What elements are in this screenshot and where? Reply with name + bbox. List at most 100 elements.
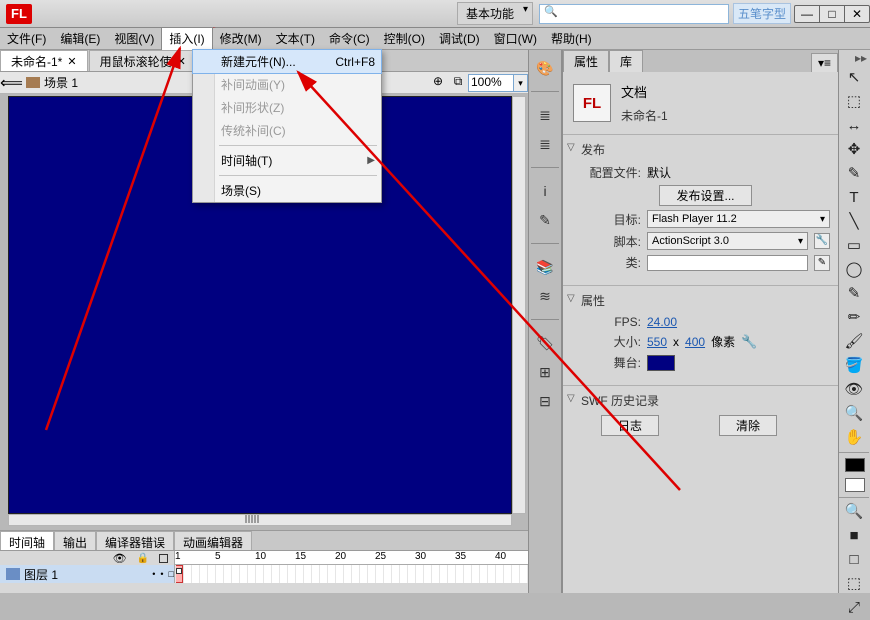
menu-6[interactable]: 命令(C) xyxy=(322,28,377,50)
fill-swatch[interactable] xyxy=(845,478,865,492)
tool-button[interactable]: ■ xyxy=(839,524,869,548)
search-input[interactable]: 🔍 xyxy=(539,4,729,24)
twisty-icon[interactable]: ▽ xyxy=(567,393,575,404)
menu-9[interactable]: 窗口(W) xyxy=(487,28,544,50)
stage-color-swatch[interactable] xyxy=(647,355,675,371)
scene-label: 场景 1 xyxy=(44,74,78,91)
tool-button[interactable]: ╲ xyxy=(839,210,869,234)
layer-row[interactable]: 图层 1 • • □ xyxy=(0,565,175,583)
size-edit-icon[interactable]: 🔧 xyxy=(741,334,757,350)
keyframe[interactable] xyxy=(176,568,182,574)
publish-settings-button[interactable]: 发布设置... xyxy=(659,185,751,206)
height-value[interactable]: 400 xyxy=(685,335,705,349)
clear-button[interactable]: 清除 xyxy=(719,415,777,436)
tool-button[interactable]: T xyxy=(839,186,869,210)
tool-button[interactable]: ⬚ xyxy=(839,572,869,596)
class-edit-icon[interactable]: ✎ xyxy=(814,255,830,271)
menu-item[interactable]: 新建元件(N)...Ctrl+F8 xyxy=(192,49,382,74)
frame-ruler[interactable]: 1510152025303540 xyxy=(175,551,528,565)
size-label: 大小: xyxy=(581,333,641,350)
lock-icon[interactable]: 🔒 xyxy=(137,553,149,564)
menu-0[interactable]: 文件(F) xyxy=(0,28,53,50)
tools-panel: ▸▸ ↖⬚↔✥✎T╲▭◯✎✏🖌🪣👁🔍✋🔍■□⬚⤢ xyxy=(838,50,870,593)
menu-10[interactable]: 帮助(H) xyxy=(544,28,599,50)
timeline-tab[interactable]: 动画编辑器 xyxy=(174,531,252,550)
menu-4[interactable]: 修改(M) xyxy=(213,28,269,50)
tool-button[interactable]: ✥ xyxy=(839,138,869,162)
menu-5[interactable]: 文本(T) xyxy=(269,28,322,50)
fps-value[interactable]: 24.00 xyxy=(647,315,677,329)
menu-3[interactable]: 插入(I) xyxy=(161,27,212,50)
tool-button[interactable]: ◯ xyxy=(839,258,869,282)
maximize-button[interactable]: □ xyxy=(819,5,845,23)
tab-properties[interactable]: 属性 xyxy=(563,50,609,72)
dock-icon[interactable]: ⊟ xyxy=(534,391,556,411)
workspace-switcher[interactable]: 基本功能 xyxy=(457,2,533,25)
scene-back-icon[interactable]: ⟸ xyxy=(0,73,22,93)
tool-button[interactable]: 🖌 xyxy=(839,330,869,354)
twisty-icon[interactable]: ▽ xyxy=(567,293,575,304)
frames-area[interactable] xyxy=(175,565,528,583)
timeline-tab[interactable]: 输出 xyxy=(54,531,96,550)
tool-button[interactable]: 🪣 xyxy=(839,354,869,378)
document-tab[interactable]: 未命名-1*✕ xyxy=(0,50,88,71)
stage-scrollbar-v[interactable] xyxy=(512,96,526,514)
timeline-tab[interactable]: 时间轴 xyxy=(0,531,54,550)
script-combo[interactable]: ActionScript 3.0 xyxy=(647,232,808,250)
menu-item[interactable]: 场景(S) xyxy=(193,179,381,202)
menu-2[interactable]: 视图(V) xyxy=(107,28,161,50)
class-input[interactable] xyxy=(647,255,808,271)
menu-item[interactable]: 时间轴(T)▶ xyxy=(193,149,381,172)
dock-icon[interactable]: 📚 xyxy=(534,257,556,277)
dock-icon-column: 🎨 ≣ ≣ i ✎ 📚 ≋ 🏷 ⊞ ⊟ xyxy=(528,50,562,593)
tool-button[interactable]: ▭ xyxy=(839,234,869,258)
tool-button[interactable]: 👁 xyxy=(839,378,869,402)
log-button[interactable]: 日志 xyxy=(601,415,659,436)
dock-icon[interactable]: ≋ xyxy=(534,286,556,306)
document-tab[interactable]: 用鼠标滚轮使✕ xyxy=(89,50,197,71)
tool-button[interactable]: ✎ xyxy=(839,282,869,306)
target-combo[interactable]: Flash Player 11.2 xyxy=(647,210,830,228)
tool-button[interactable]: ↔ xyxy=(839,114,869,138)
tool-button[interactable]: ⤢ xyxy=(839,596,869,620)
dock-icon[interactable]: ≣ xyxy=(534,134,556,154)
tool-button[interactable]: ✎ xyxy=(839,162,869,186)
menu-8[interactable]: 调试(D) xyxy=(432,28,487,50)
timeline-tab[interactable]: 编译器错误 xyxy=(96,531,174,550)
outline-icon[interactable] xyxy=(159,554,168,563)
tool-button[interactable]: ✏ xyxy=(839,306,869,330)
stroke-swatch[interactable] xyxy=(845,458,865,472)
zoom-input[interactable]: 100% xyxy=(468,74,514,92)
menu-item: 补间动画(Y) xyxy=(193,73,381,96)
tool-button[interactable]: 🔍 xyxy=(839,500,869,524)
tool-button[interactable]: □ xyxy=(839,548,869,572)
minimize-button[interactable]: — xyxy=(794,5,820,23)
close-icon[interactable]: ✕ xyxy=(177,55,186,68)
close-button[interactable]: ✕ xyxy=(844,5,870,23)
visibility-icon[interactable]: 👁 xyxy=(113,552,127,565)
px-label: 像素 xyxy=(711,333,735,350)
close-icon[interactable]: ✕ xyxy=(67,55,76,68)
script-edit-icon[interactable]: 🔧 xyxy=(814,233,830,249)
twisty-icon[interactable]: ▽ xyxy=(567,142,575,153)
dock-icon[interactable]: 🎨 xyxy=(534,58,556,78)
zoom-fit-icon[interactable]: ⧉ xyxy=(448,74,468,92)
width-value[interactable]: 550 xyxy=(647,335,667,349)
dock-icon[interactable]: ✎ xyxy=(534,210,556,230)
panel-grip[interactable] xyxy=(230,515,274,524)
dock-icon[interactable]: i xyxy=(534,181,556,201)
dock-icon[interactable]: 🏷 xyxy=(534,333,556,353)
zoom-dropdown[interactable]: ▾ xyxy=(514,74,528,92)
tool-button[interactable]: ✋ xyxy=(839,426,869,450)
tab-library[interactable]: 库 xyxy=(609,50,643,72)
tool-button[interactable]: ⬚ xyxy=(839,90,869,114)
dock-icon[interactable]: ⊞ xyxy=(534,362,556,382)
menu-7[interactable]: 控制(O) xyxy=(377,28,432,50)
dock-icon[interactable]: ≣ xyxy=(534,105,556,125)
panel-options-icon[interactable]: ▾≡ xyxy=(811,53,838,72)
menu-1[interactable]: 编辑(E) xyxy=(53,28,107,50)
zoom-symbol-icon[interactable]: ⊕ xyxy=(428,74,448,92)
tool-button[interactable]: 🔍 xyxy=(839,402,869,426)
tools-collapse-icon[interactable]: ▸▸ xyxy=(839,50,870,66)
tool-button[interactable]: ↖ xyxy=(839,66,869,90)
